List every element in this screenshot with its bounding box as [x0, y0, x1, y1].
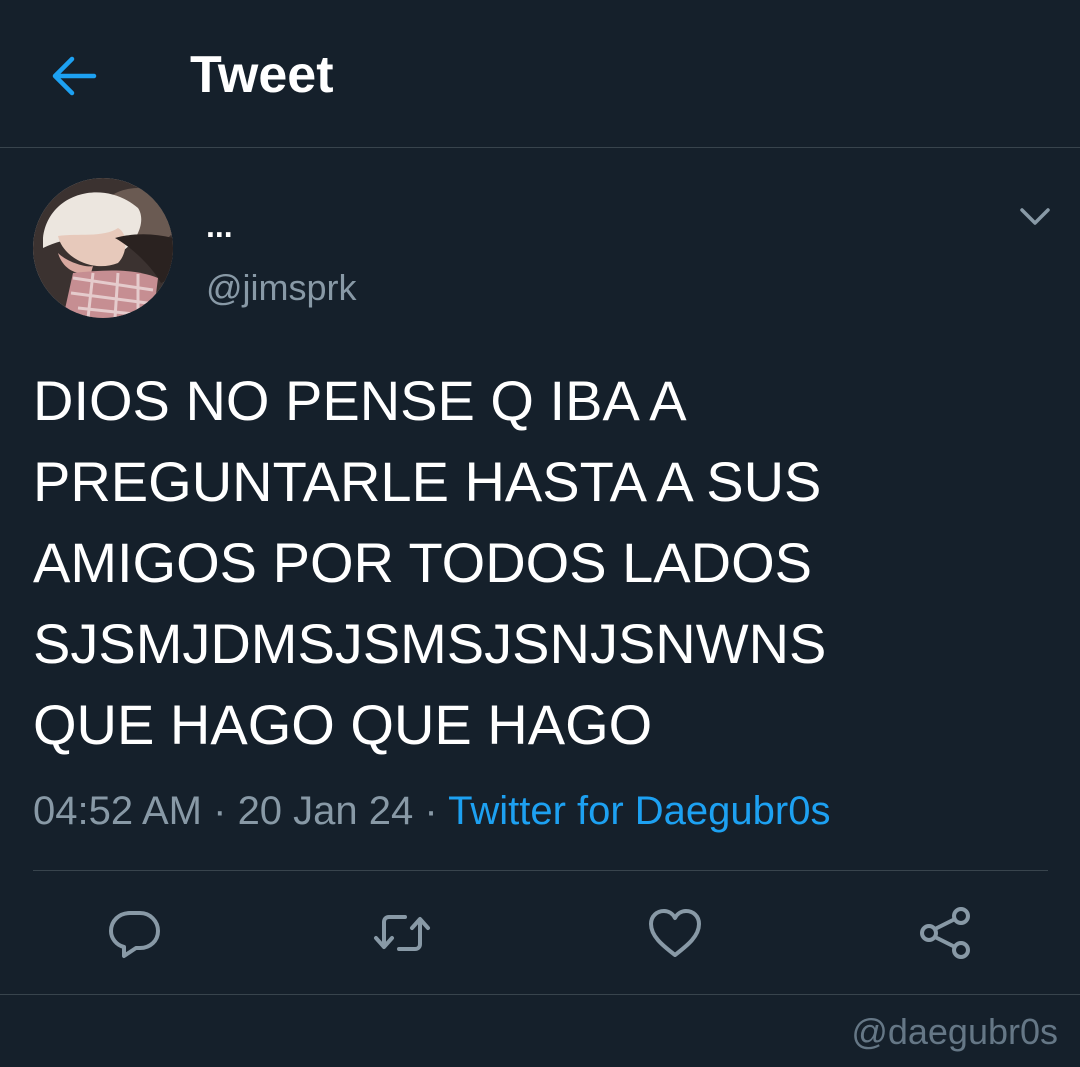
- tweet-line: SJSMJDMSJSMSJSNJSNWNS: [33, 612, 827, 675]
- share-button[interactable]: [912, 900, 978, 966]
- tweet-body: DIOS NO PENSE Q IBA A PREGUNTARLE HASTA …: [33, 360, 1043, 765]
- user-handle[interactable]: @jimsprk: [206, 266, 357, 310]
- watermark: @daegubr0s: [851, 1011, 1058, 1052]
- tweet-line: PREGUNTARLE HASTA A SUS: [33, 450, 822, 513]
- tweet-time: 04:52 AM: [33, 789, 203, 833]
- tweet-line: DIOS NO PENSE Q IBA A: [33, 369, 687, 432]
- tweet-source-link[interactable]: Twitter for Daegubr0s: [448, 789, 830, 833]
- like-button[interactable]: [642, 900, 708, 966]
- meta-separator: ·: [202, 789, 238, 833]
- arrow-left-icon: [44, 56, 104, 110]
- chevron-down-icon: [1012, 208, 1058, 240]
- top-bar: Tweet: [0, 0, 1080, 148]
- back-button[interactable]: [44, 46, 104, 106]
- tweet-line: AMIGOS POR TODOS LADOS: [33, 531, 812, 594]
- retweet-button[interactable]: [369, 900, 435, 966]
- avatar[interactable]: [33, 178, 173, 318]
- meta-separator: ·: [413, 789, 449, 833]
- reply-button[interactable]: [102, 900, 168, 966]
- tweet-line: QUE HAGO QUE HAGO: [33, 693, 653, 756]
- display-name[interactable]: ...: [206, 206, 233, 246]
- heart-icon: [642, 909, 708, 970]
- retweet-icon: [369, 915, 435, 970]
- divider: [33, 870, 1048, 871]
- tweet-date: 20 Jan 24: [237, 789, 414, 833]
- reply-icon: [102, 911, 168, 970]
- more-options-button[interactable]: [1012, 196, 1058, 236]
- tweet-screen: Tweet ... @jimsprk DIOS NO PENSE Q IBA A…: [0, 0, 1080, 1067]
- divider: [0, 994, 1080, 995]
- page-title: Tweet: [190, 46, 334, 104]
- action-bar: [0, 900, 1080, 966]
- share-icon: [912, 907, 978, 970]
- tweet-meta: 04:52 AM · 20 Jan 24 · Twitter for Daegu…: [33, 786, 830, 836]
